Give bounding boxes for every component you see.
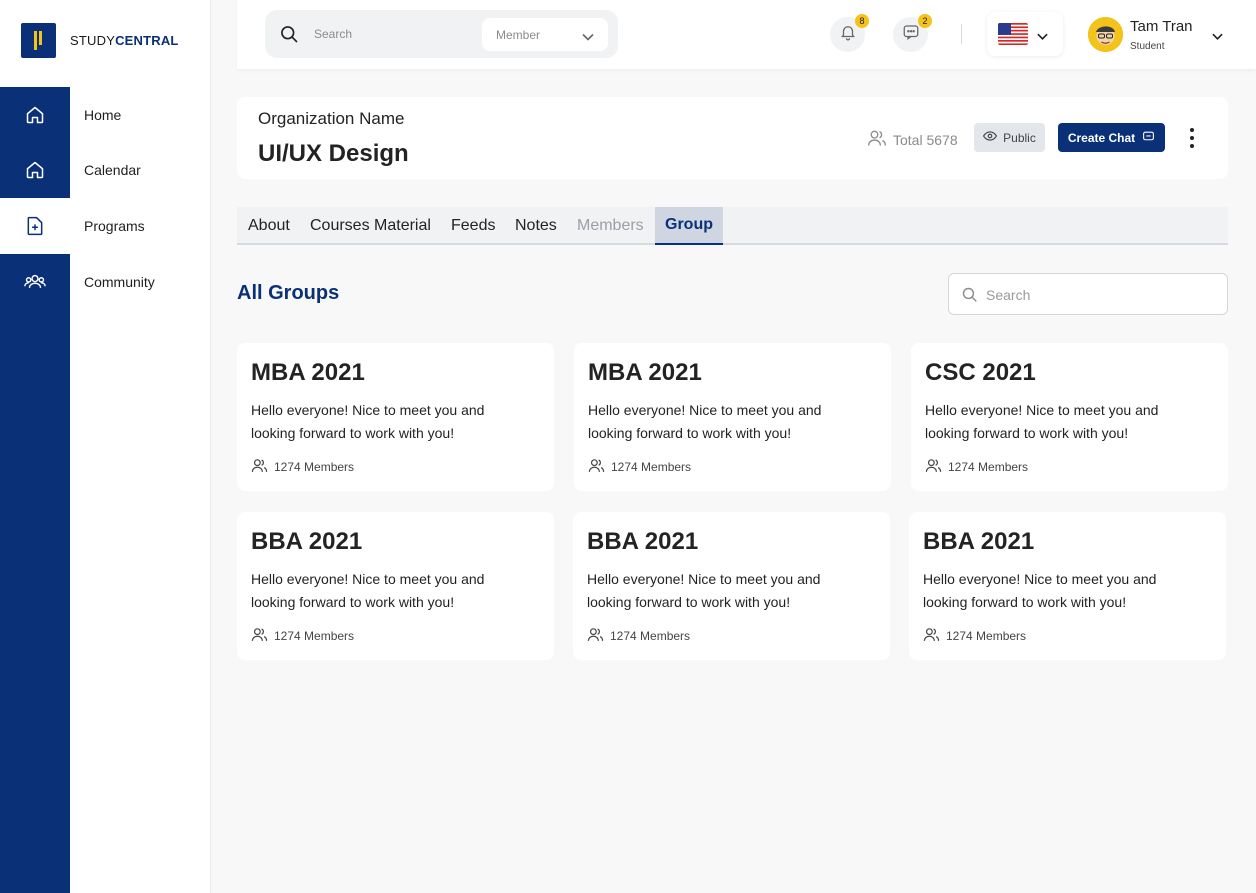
message-count-badge: 2: [918, 14, 932, 28]
group-name: BBA 2021: [251, 528, 363, 555]
tab-courses-material[interactable]: Courses Material: [300, 207, 441, 245]
group-card[interactable]: BBA 2021 Hello everyone! Nice to meet yo…: [237, 512, 554, 660]
search-placeholder: Search: [314, 27, 353, 41]
create-chat-button[interactable]: Create Chat: [1058, 123, 1165, 152]
us-flag-icon: [998, 23, 1028, 45]
global-search[interactable]: Search Member: [265, 10, 618, 58]
group-member-count: 1274 Members: [274, 629, 355, 643]
chat-icon: [1142, 130, 1155, 146]
users-icon: [251, 626, 268, 646]
sidebar-item-home[interactable]: Home: [0, 87, 211, 143]
brand-logo[interactable]: STUDYCENTRAL: [21, 23, 179, 58]
group-card[interactable]: MBA 2021 Hello everyone! Nice to meet yo…: [237, 343, 554, 491]
filter-value: Member: [496, 28, 541, 42]
group-member-count: 1274 Members: [611, 460, 692, 474]
home-icon: [0, 160, 70, 180]
group-member-count: 1274 Members: [274, 460, 355, 474]
document-plus-icon: [0, 216, 70, 236]
chat-icon: [902, 23, 920, 46]
users-icon: [923, 626, 940, 646]
home-icon: [0, 105, 70, 125]
tab-about[interactable]: About: [238, 207, 300, 245]
search-icon: [279, 24, 299, 49]
messages-button[interactable]: 2: [893, 14, 932, 52]
group-name: CSC 2021: [925, 359, 1036, 386]
language-select[interactable]: [987, 12, 1063, 56]
tab-notes[interactable]: Notes: [505, 207, 567, 245]
group-members: 1274 Members: [251, 626, 354, 646]
visibility-button[interactable]: Public: [974, 123, 1045, 152]
divider: [961, 24, 962, 44]
organization-label: Organization Name: [258, 109, 405, 128]
user-role: Student: [1130, 41, 1165, 52]
bell-icon: [839, 23, 857, 46]
sidebar-item-label: Home: [84, 107, 122, 123]
group-description: Hello everyone! Nice to meet you and loo…: [925, 402, 1159, 441]
users-icon: [251, 457, 268, 477]
group-description: Hello everyone! Nice to meet you and loo…: [251, 402, 485, 441]
create-chat-label: Create Chat: [1067, 130, 1136, 145]
total-members-text: Total 5678: [893, 131, 958, 148]
sidebar-item-label: Calendar: [84, 162, 141, 178]
users-icon: [925, 457, 942, 477]
group-member-count: 1274 Members: [948, 460, 1029, 474]
group-card[interactable]: MBA 2021 Hello everyone! Nice to meet yo…: [574, 343, 891, 491]
group-description: Hello everyone! Nice to meet you and loo…: [923, 571, 1157, 610]
sidebar-item-community[interactable]: Community: [0, 254, 211, 310]
group-description: Hello everyone! Nice to meet you and loo…: [587, 571, 821, 610]
group-description: Hello everyone! Nice to meet you and loo…: [251, 571, 485, 610]
chevron-down-icon: [1037, 28, 1048, 46]
group-members: 1274 Members: [251, 457, 354, 477]
search-placeholder: Search: [986, 287, 1031, 303]
avatar[interactable]: [1088, 17, 1123, 52]
group-card[interactable]: CSC 2021 Hello everyone! Nice to meet yo…: [911, 343, 1228, 491]
users-icon: [587, 626, 604, 646]
tab-bar: About Courses Material Feeds Notes Membe…: [237, 207, 1228, 245]
tab-members[interactable]: Members: [567, 207, 654, 245]
brand-name: STUDYCENTRAL: [70, 33, 179, 48]
total-members: Total 5678: [867, 128, 958, 151]
group-member-count: 1274 Members: [610, 629, 691, 643]
group-description: Hello everyone! Nice to meet you and loo…: [588, 402, 822, 441]
notification-count-badge: 8: [855, 14, 869, 28]
eye-icon: [983, 130, 998, 145]
group-member-count: 1274 Members: [946, 629, 1027, 643]
section-title: All Groups: [237, 282, 340, 304]
group-members: 1274 Members: [923, 626, 1026, 646]
group-name: BBA 2021: [923, 528, 1035, 555]
tab-feeds[interactable]: Feeds: [441, 207, 505, 245]
group-members: 1274 Members: [587, 626, 690, 646]
tab-group[interactable]: Group: [655, 207, 723, 245]
logo-mark-icon: [21, 23, 56, 58]
group-card[interactable]: BBA 2021 Hello everyone! Nice to meet yo…: [573, 512, 890, 660]
notifications-button[interactable]: 8: [830, 14, 869, 52]
user-menu-chevron-icon[interactable]: [1212, 28, 1223, 46]
organization-header: Organization Name UI/UX Design Total 567…: [237, 97, 1228, 179]
visibility-label: Public: [1003, 130, 1036, 145]
users-icon: [0, 272, 70, 292]
page-title: UI/UX Design: [258, 140, 409, 167]
sidebar-item-programs[interactable]: Programs: [0, 198, 211, 254]
group-search-input[interactable]: Search: [948, 273, 1228, 315]
sidebar-item-label: Community: [84, 274, 155, 290]
users-icon: [867, 128, 887, 151]
group-name: BBA 2021: [587, 528, 699, 555]
top-bar: Search Member 8 2 Tam Tran Student: [237, 0, 1256, 69]
search-filter-select[interactable]: Member: [482, 18, 608, 51]
sidebar-item-calendar[interactable]: Calendar: [0, 142, 211, 198]
users-icon: [588, 457, 605, 477]
search-icon: [961, 286, 978, 308]
group-members: 1274 Members: [925, 457, 1028, 477]
group-name: MBA 2021: [251, 359, 365, 386]
sidebar: STUDYCENTRAL Home Calendar Programs Comm…: [0, 0, 211, 893]
group-card[interactable]: BBA 2021 Hello everyone! Nice to meet yo…: [909, 512, 1226, 660]
group-members: 1274 Members: [588, 457, 691, 477]
group-name: MBA 2021: [588, 359, 702, 386]
chevron-down-icon: [582, 29, 594, 47]
more-options-icon[interactable]: [1187, 128, 1197, 148]
sidebar-item-label: Programs: [84, 218, 145, 234]
user-name: Tam Tran: [1130, 18, 1193, 35]
